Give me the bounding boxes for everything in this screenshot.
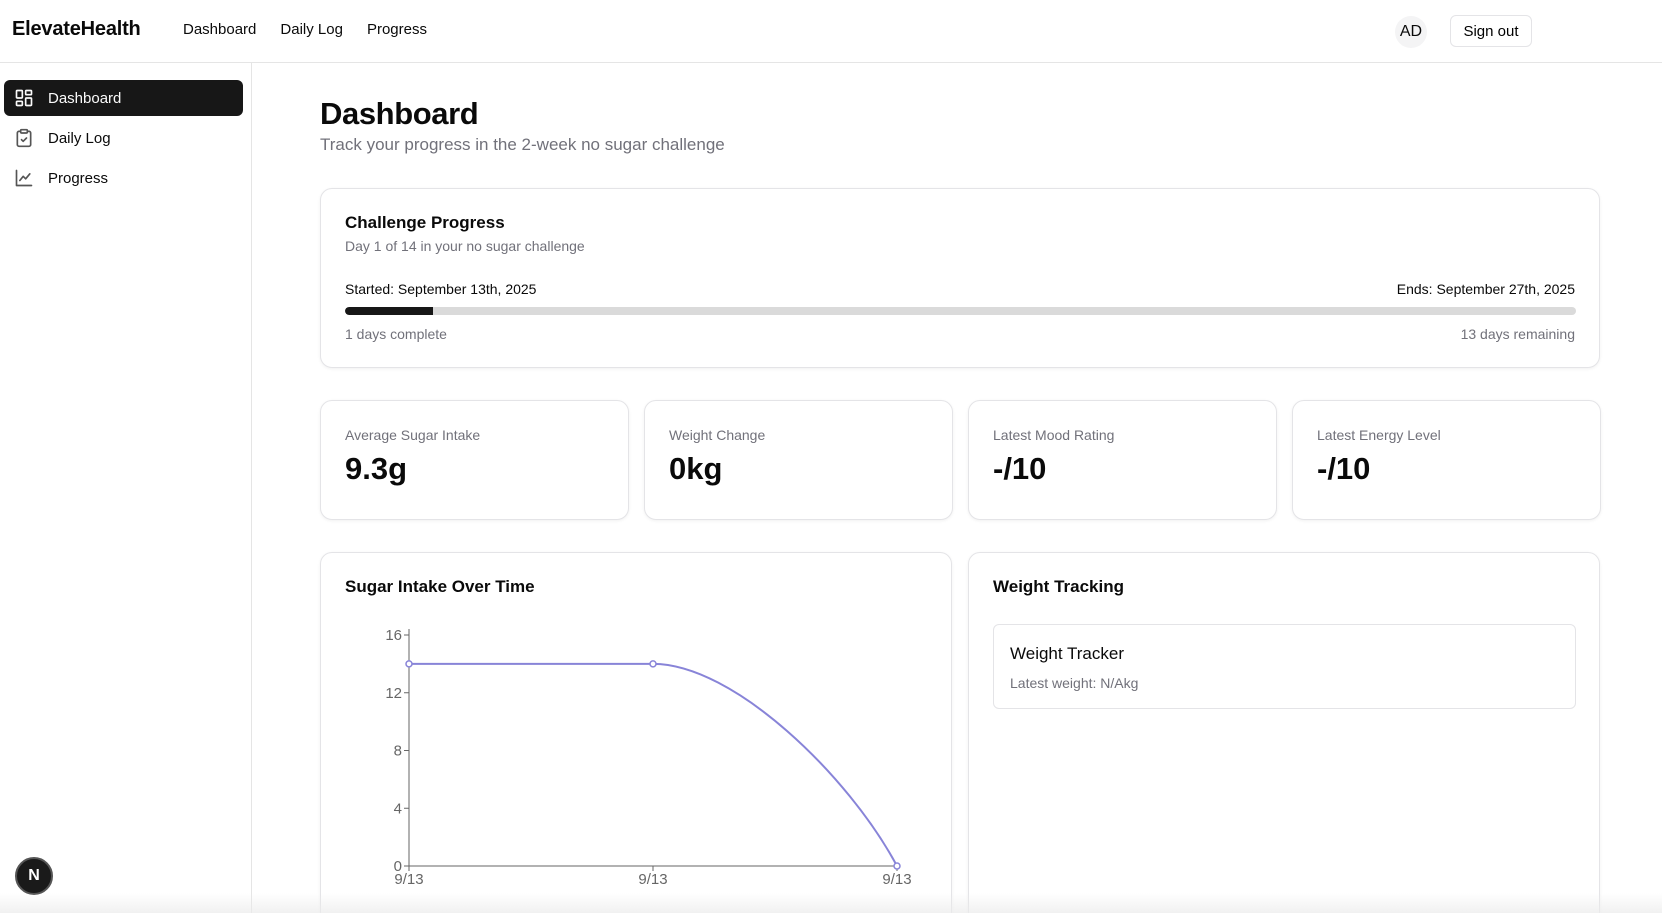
stat-value: -/10 (993, 451, 1047, 486)
y-tick-label: 16 (385, 627, 402, 644)
brand-logo[interactable]: ElevateHealth (12, 18, 141, 41)
progress-bar-fill (345, 307, 433, 315)
sign-out-button[interactable]: Sign out (1450, 15, 1532, 47)
stat-label: Average Sugar Intake (345, 427, 481, 443)
y-tick-label: 4 (394, 800, 402, 817)
x-tick-label: 9/13 (638, 871, 667, 888)
sugar-line-chart: 04812169/13 9/13 9/13 (385, 627, 911, 888)
dev-tools-badge[interactable]: N (15, 857, 53, 895)
page-title: Dashboard (320, 96, 479, 131)
weight-tracker-panel: Weight Tracker Latest weight: N/Akg (993, 624, 1576, 709)
challenge-title: Challenge Progress (345, 213, 505, 232)
x-tick-label: 9/13 (394, 871, 423, 888)
challenge-subtitle: Day 1 of 14 in your no sugar challenge (345, 238, 585, 254)
weight-tracker-title: Weight Tracker (1010, 644, 1125, 663)
challenge-start-date: Started: September 13th, 2025 (345, 281, 537, 297)
stat-card-sugar: Average Sugar Intake 9.3g (320, 400, 629, 520)
weight-tracking-title: Weight Tracking (993, 577, 1124, 596)
clipboard-icon (16, 128, 32, 148)
days-complete: 1 days complete (345, 326, 447, 342)
sugar-series-line (409, 662, 898, 867)
stat-value: -/10 (1317, 451, 1371, 486)
data-point (893, 862, 901, 870)
y-tick-label: 12 (385, 685, 402, 702)
progress-bar (345, 307, 1576, 315)
days-remaining: 13 days remaining (1460, 326, 1575, 342)
sidebar-item-label: Daily Log (48, 129, 111, 147)
topnav-dashboard[interactable]: Dashboard (183, 21, 256, 38)
sidebar: Dashboard Daily Log Progress (0, 63, 252, 913)
stat-card-energy: Latest Energy Level -/10 (1292, 400, 1601, 520)
y-tick-label: 8 (394, 743, 402, 760)
sidebar-item-label: Progress (48, 169, 109, 187)
sugar-chart-card: Sugar Intake Over Time 0 4 8 12 16 9/13 9/13 9/… (320, 552, 952, 913)
top-nav: Dashboard Daily Log Progress (183, 21, 427, 38)
top-navbar: ElevateHealth Dashboard Daily Log Progre… (0, 0, 1662, 63)
stat-card-mood: Latest Mood Rating -/10 (968, 400, 1277, 520)
weight-tracking-card: Weight Tracking Weight Tracker Latest we… (968, 552, 1600, 913)
stat-value: 0kg (669, 451, 723, 486)
stat-label: Weight Change (669, 427, 766, 443)
data-point (405, 660, 413, 668)
x-tick-label: 9/13 (882, 871, 911, 888)
layout-dashboard-icon (15, 89, 33, 107)
sidebar-item-label: Dashboard (48, 89, 122, 107)
stat-value: 9.3g (345, 451, 408, 486)
sidebar-item-progress[interactable]: Progress (4, 160, 243, 196)
stat-card-weight: Weight Change 0kg (644, 400, 953, 520)
page-subtitle: Track your progress in the 2-week no sug… (320, 135, 725, 154)
topnav-daily-log[interactable]: Daily Log (280, 21, 343, 38)
line-chart-icon (15, 169, 33, 187)
stat-label: Latest Energy Level (1317, 427, 1441, 443)
stat-label: Latest Mood Rating (993, 427, 1115, 443)
user-avatar[interactable]: AD (1395, 16, 1427, 48)
data-point (649, 660, 657, 668)
challenge-progress-card: Challenge Progress Day 1 of 14 in your n… (320, 188, 1600, 368)
challenge-end-date: Ends: September 27th, 2025 (1396, 281, 1575, 297)
sidebar-item-daily-log[interactable]: Daily Log (4, 120, 243, 156)
latest-weight: Latest weight: N/Akg (1010, 675, 1139, 691)
sidebar-item-dashboard[interactable]: Dashboard (4, 80, 243, 116)
topnav-progress[interactable]: Progress (367, 21, 427, 38)
